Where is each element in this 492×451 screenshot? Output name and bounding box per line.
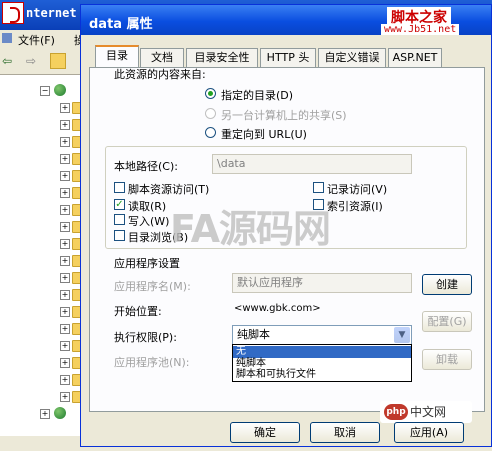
dialog-title-bar[interactable]: data 属性 脚本之家 www.Jb51.net: [81, 5, 491, 35]
config-button[interactable]: 配置(G): [422, 311, 472, 332]
expand-icon[interactable]: +: [60, 239, 70, 249]
expand-icon[interactable]: +: [60, 273, 70, 283]
checkbox-log-visits-label: 记录访问(V): [327, 183, 388, 196]
exec-permission-value: 纯脚本: [237, 328, 270, 341]
php-watermark-text: 中文网: [410, 405, 447, 419]
tree-view[interactable]: − + + + + + + + + + + + + + + + + + + +: [0, 76, 87, 436]
expand-icon[interactable]: +: [60, 307, 70, 317]
chevron-down-icon[interactable]: ▼: [394, 327, 410, 343]
back-arrow-icon[interactable]: ⇦: [2, 54, 12, 68]
checkbox-write[interactable]: [114, 214, 125, 225]
menu-file[interactable]: 文件(F): [18, 32, 55, 48]
globe-icon: [54, 407, 66, 419]
local-path-field[interactable]: \data: [212, 154, 412, 174]
tab-http-headers[interactable]: HTTP 头: [260, 48, 316, 67]
expand-icon[interactable]: +: [60, 256, 70, 266]
expand-icon[interactable]: +: [60, 171, 70, 181]
app-name-field[interactable]: 默认应用程序: [232, 273, 412, 293]
option-none[interactable]: 无: [233, 346, 411, 358]
start-location-value: <www.gbk.com>: [234, 303, 321, 314]
expand-icon[interactable]: +: [60, 375, 70, 385]
window-icon: [2, 33, 12, 43]
app-name-label: 应用程序名(M):: [114, 280, 191, 293]
ok-button[interactable]: 确定: [230, 422, 300, 443]
option-scripts-executables[interactable]: 脚本和可执行文件: [233, 369, 411, 381]
content-source-label: 此资源的内容来自:: [114, 68, 206, 81]
expand-icon[interactable]: +: [60, 358, 70, 368]
expand-icon[interactable]: +: [60, 120, 70, 130]
app-pool-label: 应用程序池(N):: [114, 356, 190, 369]
checkbox-index-resource-label: 索引资源(I): [327, 200, 383, 213]
tab-directory-security[interactable]: 目录安全性: [186, 48, 258, 67]
expand-icon[interactable]: +: [60, 324, 70, 334]
radio-redirect-url[interactable]: [205, 127, 216, 138]
dialog-title: data 属性: [89, 17, 153, 32]
expand-icon[interactable]: +: [60, 222, 70, 232]
app-icon: [2, 2, 24, 24]
tab-directory[interactable]: 目录: [95, 45, 139, 68]
checkbox-read[interactable]: [114, 199, 125, 210]
tab-documents[interactable]: 文档: [140, 48, 184, 67]
expand-icon[interactable]: +: [60, 188, 70, 198]
expand-icon[interactable]: +: [60, 341, 70, 351]
checkbox-write-label: 写入(W): [128, 215, 170, 228]
checkbox-script-source-access[interactable]: [114, 182, 125, 193]
expand-icon[interactable]: +: [60, 137, 70, 147]
expand-icon[interactable]: +: [60, 103, 70, 113]
collapse-icon[interactable]: −: [40, 86, 50, 96]
folder-up-icon[interactable]: [50, 53, 66, 69]
expand-icon[interactable]: +: [60, 392, 70, 402]
globe-icon: [54, 84, 66, 96]
create-button[interactable]: 创建: [422, 274, 472, 295]
expand-icon[interactable]: +: [60, 290, 70, 300]
expand-icon[interactable]: +: [60, 205, 70, 215]
exec-permission-dropdown: 无 纯脚本 脚本和可执行文件: [232, 344, 412, 382]
tab-aspnet[interactable]: ASP.NET: [388, 48, 442, 67]
cancel-button[interactable]: 取消: [310, 422, 380, 443]
start-location-label: 开始位置:: [114, 305, 162, 318]
background-window-title: nternet: [26, 6, 77, 20]
radio-designated-directory[interactable]: [205, 88, 216, 99]
radio-network-share[interactable]: [205, 108, 216, 119]
checkbox-log-visits[interactable]: [313, 182, 324, 193]
radio-redirect-url-label: 重定向到 URL(U): [221, 128, 307, 141]
exec-permission-label: 执行权限(P):: [114, 331, 177, 344]
checkbox-read-label: 读取(R): [128, 200, 167, 213]
local-path-label: 本地路径(C):: [114, 160, 178, 173]
center-watermark: FA源码网: [170, 207, 331, 251]
php-logo-icon: php: [384, 404, 408, 420]
radio-designated-directory-label: 指定的目录(D): [221, 89, 294, 102]
exec-permission-select[interactable]: 纯脚本 ▼: [232, 325, 412, 345]
expand-icon[interactable]: +: [40, 409, 50, 419]
site-url-watermark: www.Jb51.net: [381, 24, 460, 35]
app-settings-section-label: 应用程序设置: [114, 257, 180, 270]
checkbox-script-source-access-label: 脚本资源访问(T): [128, 183, 210, 196]
tab-custom-errors[interactable]: 自定义错误: [318, 48, 386, 67]
apply-button[interactable]: 应用(A): [394, 422, 464, 443]
checkbox-directory-browsing[interactable]: [114, 230, 125, 241]
unload-button[interactable]: 卸载: [422, 349, 472, 370]
expand-icon[interactable]: +: [60, 154, 70, 164]
forward-arrow-icon[interactable]: ⇨: [26, 54, 36, 68]
radio-network-share-label: 另一台计算机上的共享(S): [221, 109, 347, 122]
